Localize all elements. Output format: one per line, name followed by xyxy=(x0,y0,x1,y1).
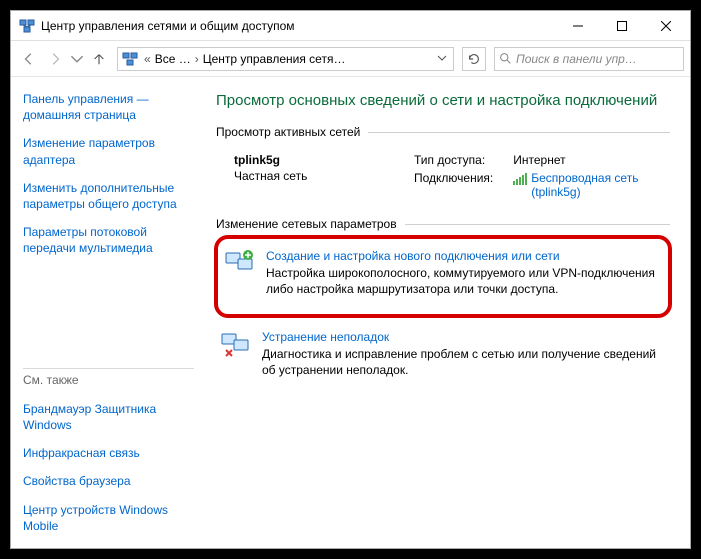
network-type: Частная сеть xyxy=(234,169,414,183)
task-new-connection[interactable]: Создание и настройка нового подключения … xyxy=(220,243,666,303)
window-title: Центр управления сетями и общим доступом xyxy=(41,19,556,33)
sidebar-media-streaming[interactable]: Параметры потоковой передачи мультимедиа xyxy=(23,224,194,256)
task-desc: Диагностика и исправление проблем с сеть… xyxy=(262,346,666,378)
minimize-button[interactable] xyxy=(556,12,600,40)
close-button[interactable] xyxy=(644,12,688,40)
page-title: Просмотр основных сведений о сети и наст… xyxy=(216,91,670,111)
wifi-icon xyxy=(513,173,527,185)
forward-button[interactable] xyxy=(43,47,67,71)
network-center-icon xyxy=(122,51,138,67)
maximize-button[interactable] xyxy=(600,12,644,40)
sidebar-infrared[interactable]: Инфракрасная связь xyxy=(23,445,194,461)
see-also-label: См. также xyxy=(23,373,194,387)
recent-dropdown[interactable] xyxy=(69,47,85,71)
active-network-panel: tplink5g Частная сеть Тип доступа: Интер… xyxy=(216,147,670,217)
change-settings-label: Изменение сетевых параметров xyxy=(216,217,397,231)
chevron-right-icon[interactable]: › xyxy=(195,52,199,66)
divider xyxy=(23,368,194,369)
titlebar: Центр управления сетями и общим доступом xyxy=(11,11,690,41)
sidebar: Панель управления — домашняя страница Из… xyxy=(11,77,206,548)
connection-link[interactable]: Беспроводная сеть (tplink5g) xyxy=(531,171,670,199)
toolbar: « Все … › Центр управления сетя… Поиск в… xyxy=(11,41,690,77)
task-troubleshoot[interactable]: Устранение неполадок Диагностика и испра… xyxy=(216,324,670,384)
access-type-label: Тип доступа: xyxy=(414,153,493,167)
address-bar[interactable]: « Все … › Центр управления сетя… xyxy=(117,47,454,71)
new-connection-icon xyxy=(224,249,256,277)
access-type-value: Интернет xyxy=(513,153,670,167)
control-panel-window: Центр управления сетями и общим доступом… xyxy=(10,10,691,549)
task-desc: Настройка широкополосного, коммутируемог… xyxy=(266,265,662,297)
highlight-frame: Создание и настройка нового подключения … xyxy=(214,235,672,317)
search-placeholder: Поиск в панели упр… xyxy=(516,52,637,66)
connections-label: Подключения: xyxy=(414,171,493,185)
up-button[interactable] xyxy=(87,47,111,71)
back-button[interactable] xyxy=(17,47,41,71)
search-icon xyxy=(499,52,512,65)
sidebar-firewall[interactable]: Брандмауэр Защитника Windows xyxy=(23,401,194,433)
sidebar-browser-props[interactable]: Свойства браузера xyxy=(23,473,194,489)
sidebar-advanced-sharing[interactable]: Изменить дополнительные параметры общего… xyxy=(23,180,194,212)
breadcrumb-root[interactable]: Все … xyxy=(153,52,193,66)
network-center-icon xyxy=(19,18,35,34)
history-dropdown-icon[interactable] xyxy=(437,52,447,66)
sidebar-home-link[interactable]: Панель управления — домашняя страница xyxy=(23,91,194,123)
active-networks-label: Просмотр активных сетей xyxy=(216,125,360,139)
sidebar-windows-mobile[interactable]: Центр устройств Windows Mobile xyxy=(23,502,194,534)
search-input[interactable]: Поиск в панели упр… xyxy=(494,47,684,71)
refresh-button[interactable] xyxy=(462,47,486,71)
task-title: Устранение неполадок xyxy=(262,330,666,344)
breadcrumb-current[interactable]: Центр управления сетя… xyxy=(201,52,348,66)
sidebar-adapter-settings[interactable]: Изменение параметров адаптера xyxy=(23,135,194,167)
task-title: Создание и настройка нового подключения … xyxy=(266,249,662,263)
troubleshoot-icon xyxy=(220,330,252,358)
network-name: tplink5g xyxy=(234,153,414,167)
main-content: Просмотр основных сведений о сети и наст… xyxy=(206,77,690,548)
chevron-right-icon[interactable]: « xyxy=(144,52,151,66)
